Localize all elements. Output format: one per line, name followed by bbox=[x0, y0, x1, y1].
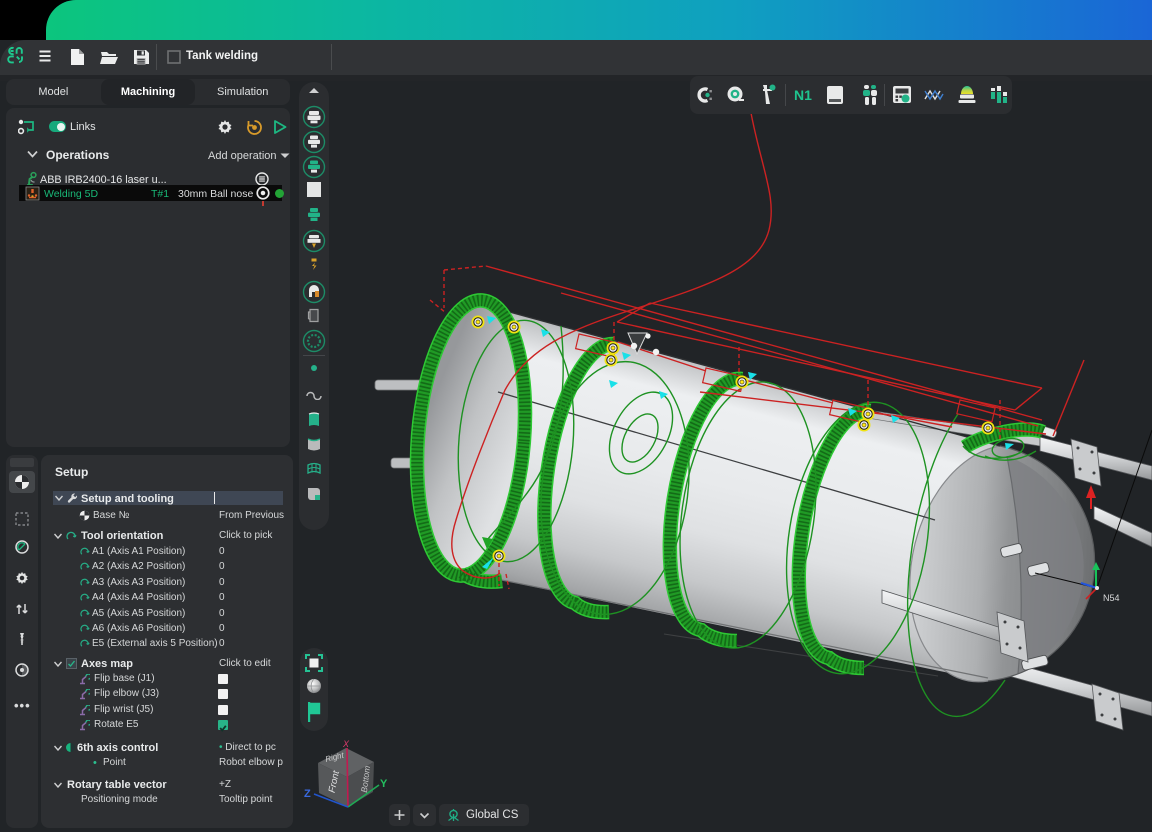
svg-text:Y: Y bbox=[380, 778, 388, 790]
svg-text:Z: Z bbox=[304, 788, 311, 800]
svg-text:X: X bbox=[342, 739, 350, 749]
svg-text:N54: N54 bbox=[1103, 593, 1120, 603]
